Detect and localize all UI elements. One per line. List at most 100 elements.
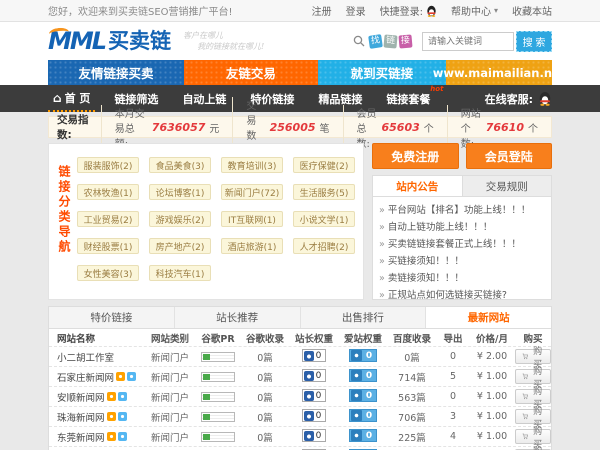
site-name[interactable]: 石家庄新闻网 (49, 370, 145, 384)
category-agriculture[interactable]: 农林牧渔(1) (77, 184, 139, 200)
category-clothing[interactable]: 服装服饰(2) (77, 157, 139, 173)
site-name[interactable]: 安顺新闻网 (49, 390, 145, 404)
nav-item-special-links[interactable]: 特价链接 (245, 85, 299, 112)
category-medical[interactable]: 医疗保健(2) (293, 157, 355, 173)
chinaz-weight-badge[interactable]: 0 (302, 429, 327, 442)
qq-icon[interactable] (426, 5, 437, 17)
announcement-item[interactable]: »正规站点如何选链接买链接? (379, 287, 545, 300)
category-games[interactable]: 游戏娱乐(2) (149, 211, 211, 227)
chinaz-weight-badge[interactable]: 0 (302, 409, 327, 422)
aizhan-weight-badge[interactable]: 0 (349, 369, 377, 382)
announcement-item[interactable]: »买链接须知！！！ (379, 253, 545, 270)
tab-trade-rules[interactable]: 交易规则 (463, 176, 552, 196)
nav-item-home[interactable]: ⌂ 首 页 (48, 85, 95, 112)
category-finance[interactable]: 财经股票(1) (77, 238, 139, 254)
category-tech-auto[interactable]: 科技汽车(1) (149, 265, 211, 281)
category-forum-blog[interactable]: 论坛博客(1) (149, 184, 211, 200)
col-chinaz-weight: 站长权重 (289, 331, 339, 345)
category-life-service[interactable]: 生活服务(5) (293, 184, 355, 200)
aizhan-weight-badge[interactable]: 0 (349, 409, 377, 422)
site-logo[interactable]: MML 买卖链 (48, 29, 171, 53)
buy-button[interactable]: 购买 (515, 429, 551, 444)
buy-button[interactable]: 购买 (515, 409, 551, 424)
member-login-button[interactable]: 会员登陆 (466, 143, 553, 169)
table-row: 深圳新闻网 新闻门户 0篇 0 0 33篇 4 ¥ 1.00 购买 (49, 446, 551, 450)
announcement-item[interactable]: »卖链接须知！！！ (379, 270, 545, 287)
aizhan-weight-badge[interactable]: 0 (349, 429, 377, 442)
stat-value: 7636057 (152, 121, 206, 134)
trade-index-bar: 交易指数: 本月交易总额: 7636057 元 交易数量: 256005 笔 会… (48, 116, 552, 138)
aizhan-weight-badge[interactable]: 0 (349, 389, 377, 402)
qq-icon[interactable] (107, 432, 116, 441)
arrow-icon: » (379, 290, 385, 300)
search-button[interactable]: 搜 索 (516, 31, 552, 52)
out-links-value: 4 (437, 431, 469, 442)
chevron-down-icon: ▾ (494, 6, 498, 15)
category-hotel-travel[interactable]: 酒店旅游(1) (221, 238, 283, 254)
category-real-estate[interactable]: 房产地产(2) (149, 238, 211, 254)
nav-item-link-filter[interactable]: 链接筛选 (109, 85, 163, 112)
banner-strip: 友情链接买卖 友链交易 就到买链接 www.maimailian.net (0, 60, 600, 85)
register-link[interactable]: 注册 (312, 3, 332, 18)
slogan-line1: 客户在哪儿 (183, 30, 264, 41)
announcement-item[interactable]: »平台网站【排名】功能上线！！！ (379, 202, 545, 219)
tab-sales-ranking[interactable]: 出售排行 (301, 307, 427, 328)
category-education[interactable]: 教育培训(3) (221, 157, 283, 173)
chinaz-weight-badge[interactable]: 0 (302, 389, 327, 402)
announcement-item[interactable]: »买卖链链接套餐正式上线！！！ (379, 236, 545, 253)
favorite-link[interactable]: 收藏本站 (512, 3, 552, 18)
site-name[interactable]: 东莞新闻网 (49, 430, 145, 444)
login-link[interactable]: 登录 (346, 3, 366, 18)
welcome-text: 您好，欢迎来到买卖链SEO营销推广平台! (48, 3, 233, 18)
category-beauty[interactable]: 女性美容(3) (77, 265, 139, 281)
site-name[interactable]: 小二胡工作室 (49, 350, 145, 364)
category-food[interactable]: 食品美食(3) (149, 157, 211, 173)
category-recruitment[interactable]: 人才招聘(2) (293, 238, 355, 254)
category-news-portal[interactable]: 新闻门户(72) (221, 184, 283, 200)
stat-unit: 个 (424, 120, 434, 135)
buy-button[interactable]: 购买 (515, 389, 551, 404)
aizhan-weight-badge[interactable]: 0 (349, 349, 377, 362)
category-it-internet[interactable]: IT互联网(1) (221, 211, 283, 227)
qq-icon[interactable] (116, 372, 125, 381)
site-name[interactable]: 珠海新闻网 (49, 410, 145, 424)
tab-site-notice[interactable]: 站内公告 (373, 176, 463, 196)
banner-buy-links: 就到买链接 (318, 60, 447, 85)
free-register-button[interactable]: 免费注册 (372, 143, 459, 169)
cart-icon (522, 392, 528, 401)
buy-button[interactable]: 购买 (515, 349, 551, 364)
qq-icon[interactable] (127, 372, 136, 381)
chinaz-weight-badge[interactable]: 0 (302, 349, 327, 362)
aizhan-icon (351, 350, 362, 361)
qq-icon[interactable] (107, 412, 116, 421)
search-input[interactable] (422, 32, 514, 51)
chinaz-weight-badge[interactable]: 0 (302, 369, 327, 382)
buy-button[interactable]: 购买 (515, 369, 551, 384)
page: 您好，欢迎来到买卖链SEO营销推广平台! 注册 登录 快捷登录: 帮助中心 (0, 0, 600, 450)
help-center-menu[interactable]: 帮助中心 ▾ (451, 3, 498, 18)
col-baidu-included: 百度收录 (387, 331, 437, 345)
qq-icon[interactable] (118, 412, 127, 421)
tab-special-links[interactable]: 特价链接 (49, 307, 175, 328)
tab-webmaster-recommend[interactable]: 站长推荐 (175, 307, 301, 328)
content-area: 交易指数: 本月交易总额: 7636057 元 交易数量: 256005 笔 会… (48, 116, 552, 450)
cart-icon (522, 372, 528, 381)
col-category: 网站类别 (145, 331, 195, 345)
nav-item-premium-links[interactable]: 精品链接 (313, 85, 367, 112)
chinaz-icon (304, 351, 314, 361)
category-novel[interactable]: 小说文学(1) (293, 211, 355, 227)
nav-item-link-packages[interactable]: 链接套餐 hot (381, 85, 435, 112)
aizhan-icon (351, 390, 362, 401)
qq-icon[interactable] (107, 392, 116, 401)
category-industry-trade[interactable]: 工业贸易(2) (77, 211, 139, 227)
qq-icon[interactable] (118, 432, 127, 441)
qq-icon[interactable] (118, 392, 127, 401)
site-name-text: 石家庄新闻网 (57, 370, 114, 384)
nav-item-auto-link[interactable]: 自动上链 (177, 85, 231, 112)
tab-newest-sites[interactable]: 最新网站 (426, 307, 551, 328)
site-name-text: 安顺新闻网 (57, 390, 105, 404)
announcement-item[interactable]: »自动上链功能上线！！！ (379, 219, 545, 236)
nav-packages-label: 链接套餐 (386, 91, 430, 107)
baidu-included-value: 714篇 (387, 370, 437, 384)
google-pr-bar (201, 372, 235, 382)
